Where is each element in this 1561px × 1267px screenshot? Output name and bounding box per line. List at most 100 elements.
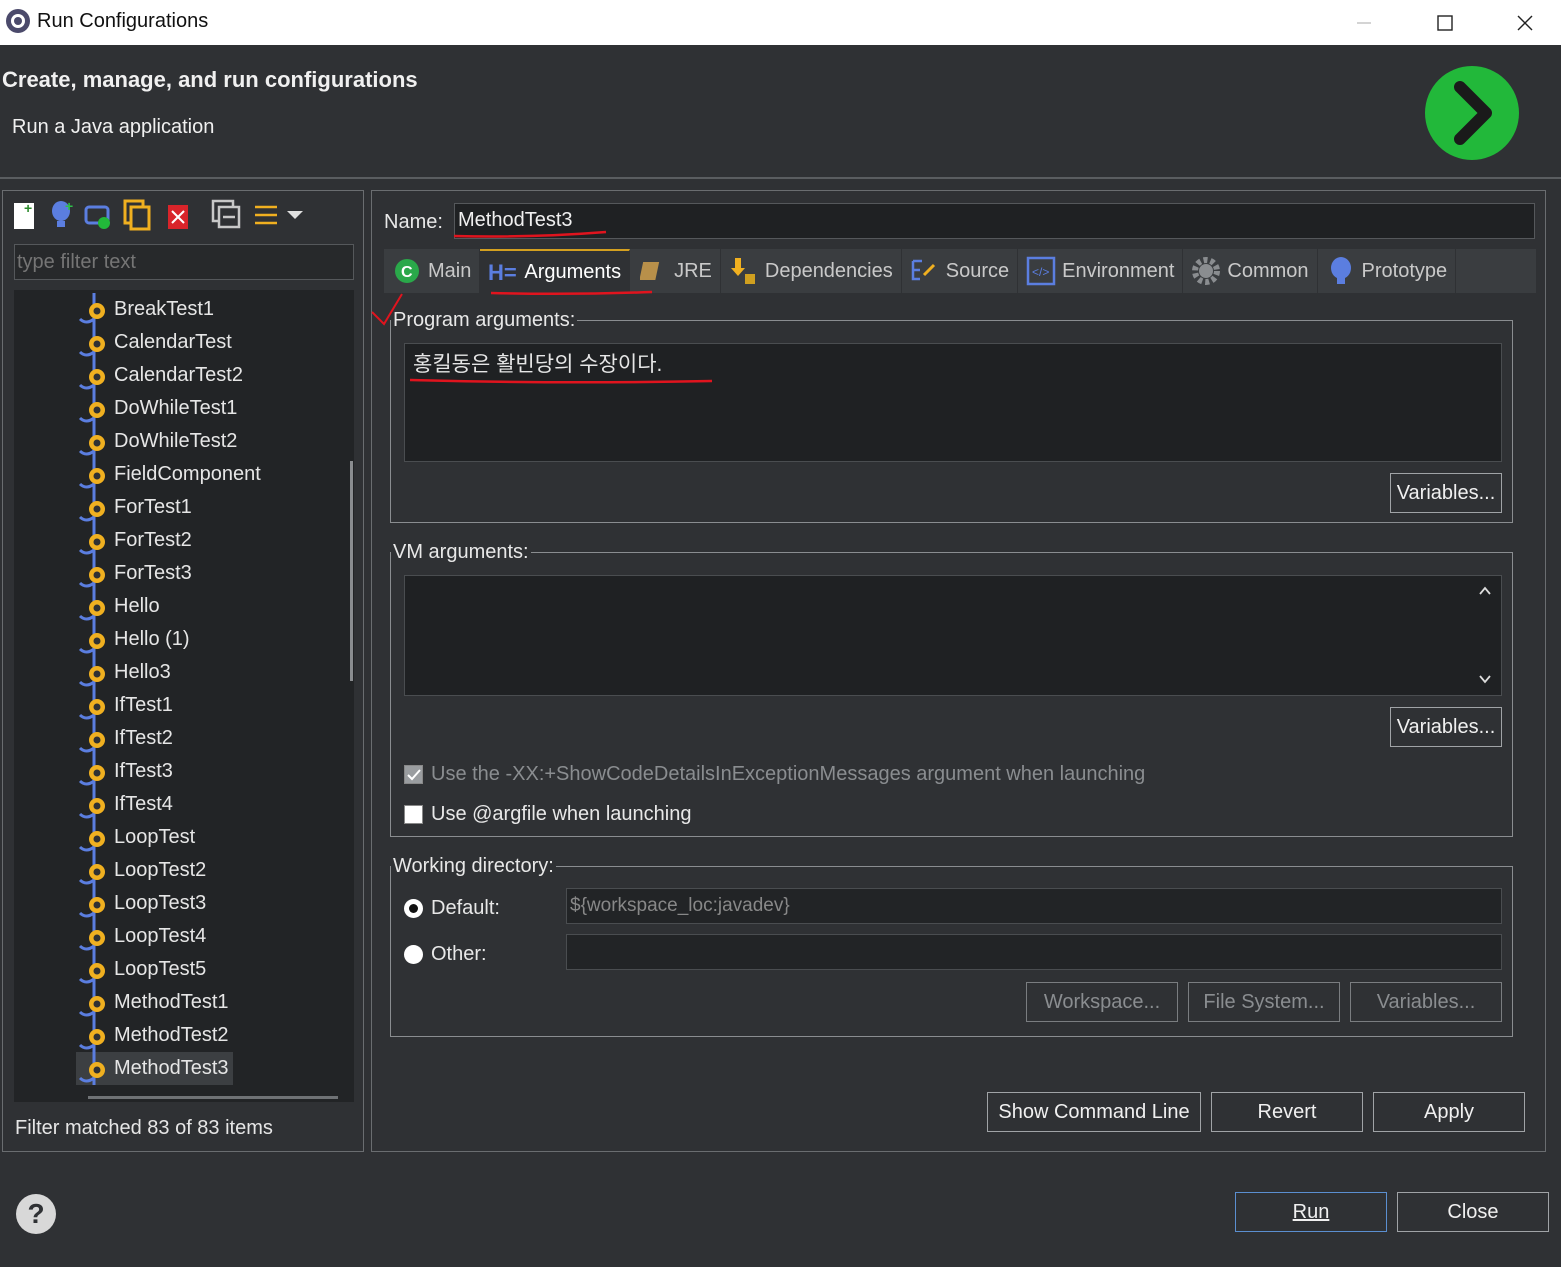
scroll-up-icon[interactable] [1478,585,1492,597]
arguments-icon: H= [488,257,518,287]
other-directory-field[interactable] [566,934,1502,970]
tree-item-label: LoopTest [114,826,196,848]
tree-item[interactable]: IfTest3 [76,755,177,788]
maximize-button[interactable] [1405,0,1485,45]
tab-arguments[interactable]: H= Arguments [480,249,631,293]
tab-arguments-label: Arguments [524,260,622,283]
other-radio[interactable]: Other: [404,943,487,966]
tree-item[interactable]: MethodTest3 [76,1052,233,1085]
configuration-editor-panel: Name: MethodTest3 C Main H= Arguments JR… [371,190,1546,1152]
apply-button[interactable]: Apply [1373,1092,1525,1132]
show-code-details-checkbox[interactable]: Use the -XX:+ShowCodeDetailsInExceptionM… [404,763,1145,786]
close-icon [1517,15,1533,30]
close-button[interactable]: Close [1397,1192,1549,1232]
tree-item[interactable]: Hello (1) [76,623,194,656]
tree-item[interactable]: CalendarTest2 [76,359,247,392]
vm-arguments-textarea[interactable] [404,575,1502,696]
jre-library-icon [638,256,668,286]
tree-item-label: DoWhileTest2 [114,430,238,452]
tree-item[interactable]: ForTest3 [76,557,196,590]
java-app-config-icon [76,821,110,854]
tree-item-label: IfTest4 [114,793,173,815]
duplicate-config-button[interactable] [121,195,155,235]
configuration-tree[interactable]: BreakTest1 CalendarTest CalendarTest2 DoWhi… [14,290,354,1102]
tree-item[interactable]: MethodTest1 [76,986,233,1019]
argfile-checkbox[interactable]: Use @argfile when launching [404,803,691,826]
wd-variables-button[interactable]: Variables... [1350,982,1502,1022]
java-app-config-icon [76,887,110,920]
run-logo-icon [1425,66,1519,160]
svg-text:C: C [401,264,413,281]
tree-item-label: Hello (1) [114,628,190,650]
revert-button[interactable]: Revert [1211,1092,1363,1132]
svg-text:H=: H= [488,260,517,285]
tree-item-label: ForTest2 [114,529,192,551]
close-window-button[interactable] [1485,0,1561,45]
tree-item[interactable]: LoopTest3 [76,887,210,920]
tree-item[interactable]: ForTest1 [76,491,196,524]
maximize-icon [1437,14,1453,31]
tree-item[interactable]: ForTest2 [76,524,196,557]
tab-dependencies[interactable]: Dependencies [721,249,902,293]
working-directory-label: Working directory: [393,855,554,877]
run-button[interactable]: Run [1235,1192,1387,1232]
tab-prototype[interactable]: Prototype [1318,249,1457,293]
filter-menu-button[interactable] [249,195,307,235]
tree-item-label: LoopTest5 [114,958,207,980]
java-app-config-icon [76,623,110,656]
tree-item-label: CalendarTest2 [114,364,243,386]
tree-item[interactable]: IfTest4 [76,788,177,821]
tree-item[interactable]: IfTest2 [76,722,177,755]
tab-environment[interactable]: </> Environment [1018,249,1184,293]
tab-common[interactable]: Common [1183,249,1318,293]
name-input[interactable]: MethodTest3 [454,203,1535,239]
tree-item[interactable]: DoWhileTest2 [76,425,241,458]
tree-item[interactable]: FieldComponent [76,458,265,491]
tree-item[interactable]: IfTest1 [76,689,177,722]
filter-input[interactable] [14,244,354,280]
other-label: Other: [431,943,487,965]
program-variables-button[interactable]: Variables... [1390,473,1502,513]
tree-item[interactable]: BreakTest1 [76,293,218,326]
delete-config-button[interactable] [161,195,195,235]
main-class-icon: C [392,256,422,286]
vm-variables-button[interactable]: Variables... [1390,707,1502,747]
tree-item[interactable]: LoopTest [76,821,199,854]
new-prototype-button[interactable]: + [45,195,79,235]
tree-vertical-scrollbar[interactable] [350,461,353,681]
workspace-button[interactable]: Workspace... [1026,982,1178,1022]
program-arguments-textarea[interactable]: 홍킬동은 활빈당의 수장이다. [404,343,1502,462]
tree-item[interactable]: DoWhileTest1 [76,392,241,425]
tab-environment-label: Environment [1062,259,1175,282]
collapse-all-button[interactable] [209,195,243,235]
tree-item[interactable]: Hello3 [76,656,175,689]
tree-item-label: LoopTest2 [114,859,207,881]
tree-item[interactable]: Hello [76,590,164,623]
run-button-label: Run [1292,1200,1330,1223]
tree-item[interactable]: MethodTest2 [76,1019,233,1052]
show-command-line-button[interactable]: Show Command Line [987,1092,1201,1132]
export-config-button[interactable] [83,195,117,235]
tree-item-label: FieldComponent [114,463,261,485]
file-system-button[interactable]: File System... [1188,982,1340,1022]
tab-source[interactable]: Source [902,249,1019,293]
prototype-bulb-icon [1326,256,1356,286]
tab-main-label: Main [428,259,472,282]
svg-text:+: + [24,200,32,216]
minimize-button[interactable] [1325,0,1405,45]
new-config-button[interactable]: + [7,195,41,235]
help-icon[interactable]: ? [16,1194,56,1234]
tree-item[interactable]: LoopTest4 [76,920,210,953]
scroll-down-icon[interactable] [1478,673,1492,685]
tree-item[interactable]: LoopTest5 [76,953,210,986]
tab-main[interactable]: C Main [384,249,481,293]
tab-jre[interactable]: JRE [630,249,721,293]
java-app-config-icon [76,689,110,722]
tree-item[interactable]: CalendarTest [76,326,236,359]
tree-horizontal-scrollbar[interactable] [88,1096,338,1099]
vm-arguments-label: VM arguments: [393,541,529,563]
tree-item[interactable]: LoopTest2 [76,854,210,887]
java-app-config-icon [76,524,110,557]
default-radio[interactable]: Default: [404,897,500,920]
tab-prototype-label: Prototype [1361,259,1448,282]
